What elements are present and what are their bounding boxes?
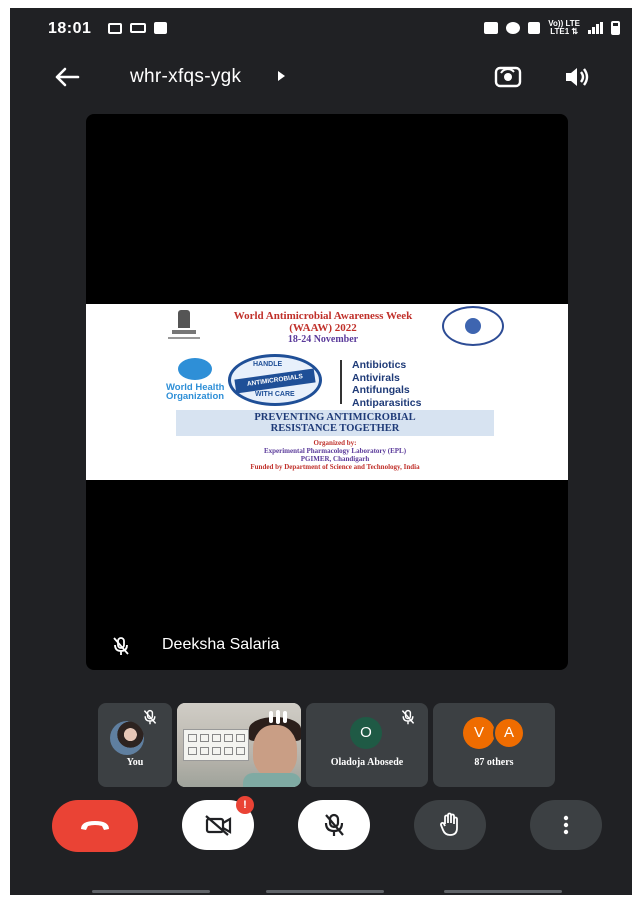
drug-item: Antibiotics — [352, 359, 407, 371]
badge-bottom-text: WITH CARE — [255, 391, 295, 398]
slide-title-line2: (WAAW) 2022 — [289, 322, 357, 334]
network-sub: LTE1 ⇅ — [550, 27, 579, 36]
video-notification-icon — [130, 23, 146, 33]
drug-item: Antiparasitics — [352, 396, 422, 409]
emblem-logo — [168, 310, 200, 344]
avatar: V — [463, 717, 495, 749]
more-options-button[interactable] — [530, 800, 602, 850]
slogan-line2: RESISTANCE TOGETHER — [270, 423, 400, 434]
badge-banner-text: ANTIMICROBIALS — [234, 368, 316, 394]
amr-badge: HANDLE ANTIMICROBIALS WITH CARE — [228, 354, 322, 406]
drug-item: Antifungals — [352, 384, 410, 396]
who-logo: World Health Organization — [166, 358, 236, 404]
switch-camera-icon[interactable] — [494, 64, 522, 90]
camera-off-icon — [205, 815, 232, 836]
nav-handle — [444, 890, 562, 893]
funded-by: Funded by Department of Science and Tech… — [250, 463, 420, 471]
slide-divider — [340, 360, 342, 404]
participant-tile-oladoja[interactable]: O Oladoja Abosede — [306, 703, 428, 787]
camera-alert-badge: ! — [236, 796, 254, 814]
caret-right-icon[interactable] — [278, 71, 285, 81]
wall-chart — [183, 729, 249, 761]
network-label: Vo)) LTE LTE1 ⇅ — [548, 20, 580, 36]
participant-tile-you[interactable]: You — [98, 703, 172, 787]
status-time: 18:01 — [48, 20, 92, 37]
drug-list: Antibiotics Antivirals Antifungals Antip… — [352, 359, 462, 409]
lock-icon — [484, 22, 499, 34]
checkbox-icon — [154, 22, 167, 34]
globe-icon — [178, 358, 212, 380]
mic-off-icon — [143, 709, 157, 725]
back-arrow-icon[interactable] — [54, 66, 80, 88]
more-vert-icon — [563, 815, 569, 835]
raise-hand-button[interactable] — [414, 800, 486, 850]
end-call-button[interactable] — [52, 800, 138, 852]
mic-off-icon — [401, 709, 415, 725]
avatar: A — [493, 717, 525, 749]
nav-handle — [92, 890, 210, 893]
video-person-face — [253, 725, 297, 777]
presenter-name: Deeksha Salaria — [162, 636, 280, 653]
mic-off-icon — [324, 813, 344, 836]
hang-up-icon — [81, 821, 109, 830]
microphone-toggle-button[interactable] — [298, 800, 370, 850]
system-icons: Vo)) LTE LTE1 ⇅ — [484, 20, 620, 36]
participant-tile-others[interactable]: V A 87 others — [433, 703, 555, 787]
meeting-code[interactable]: whr-xfqs-ygk — [130, 66, 241, 88]
camera-toggle-button[interactable]: ! — [182, 796, 254, 850]
mute-icon — [528, 22, 541, 34]
slide-title: World Antimicrobial Awareness Week (WAAW… — [198, 310, 448, 334]
notification-icons — [108, 22, 167, 34]
participant-name: You — [126, 757, 144, 768]
mic-off-icon — [113, 637, 129, 655]
pgimer-logo — [442, 306, 504, 346]
meeting-top-bar: whr-xfqs-ygk — [10, 58, 632, 98]
slogan-line1: PREVENTING ANTIMICROBIAL — [254, 412, 416, 423]
organizer-block: Organized by: Experimental Pharmacology … — [156, 439, 514, 471]
alarm-icon — [506, 22, 521, 34]
signal-icon — [588, 22, 603, 34]
drug-item: Antivirals — [352, 371, 400, 384]
participant-name: Oladoja Abosede — [330, 757, 404, 768]
speaking-indicator-icon — [269, 710, 287, 724]
presenter-tile[interactable]: World Antimicrobial Awareness Week (WAAW… — [86, 114, 568, 670]
participant-tile-video[interactable] — [177, 703, 301, 787]
slide-title-line1: World Antimicrobial Awareness Week — [233, 310, 413, 322]
video-person-shirt — [243, 773, 301, 787]
speaker-icon[interactable] — [563, 65, 591, 89]
shared-slide: World Antimicrobial Awareness Week (WAAW… — [86, 304, 568, 480]
meet-call-screen: 18:01 Vo)) LTE LTE1 ⇅ whr-xfqs-ygk World… — [10, 8, 632, 895]
slide-date: 18-24 November — [287, 334, 359, 345]
badge-top-text: HANDLE — [253, 361, 283, 368]
nav-handle — [266, 890, 384, 893]
gallery-icon — [108, 22, 122, 34]
slogan: PREVENTING ANTIMICROBIAL RESISTANCE TOGE… — [176, 412, 494, 434]
organizer-line1: Experimental Pharmacology Laboratory (EP… — [263, 447, 407, 455]
avatar: O — [350, 717, 382, 749]
others-count: 87 others — [474, 757, 514, 768]
avatar — [110, 721, 144, 755]
hand-icon — [440, 812, 458, 836]
status-bar: 18:01 Vo)) LTE LTE1 ⇅ — [10, 8, 632, 48]
battery-icon — [611, 21, 620, 35]
organized-by: Organized by: — [313, 439, 357, 447]
organizer-line2: PGIMER, Chandigarh — [300, 455, 370, 463]
